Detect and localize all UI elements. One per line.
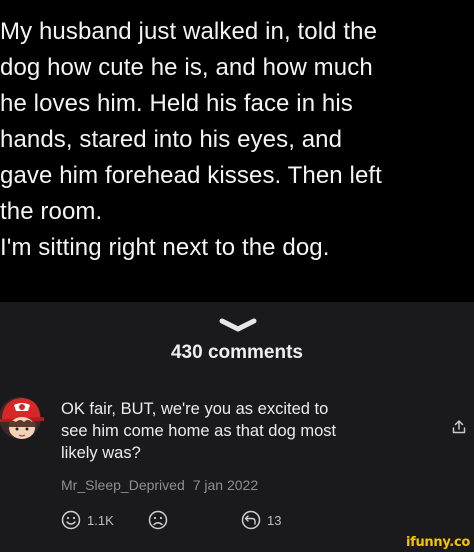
reply-button[interactable]: 13	[241, 510, 281, 530]
reply-icon	[241, 510, 261, 530]
post-area: My husband just walked in, told the dog …	[0, 0, 474, 302]
like-count: 1.1K	[87, 512, 114, 528]
comment-text: OK fair, BUT, we're you as excited to se…	[61, 400, 337, 462]
share-icon[interactable]	[452, 420, 466, 434]
comment-author[interactable]: Mr_Sleep_Deprived	[61, 477, 185, 493]
frown-icon	[148, 510, 168, 530]
comments-panel: 430 comments OK fair, BUT, we're you as …	[0, 302, 474, 552]
comment-actions: 1.1K 13	[61, 510, 361, 532]
like-button[interactable]: 1.1K	[61, 510, 114, 530]
watermark-logo: ifunny.co	[405, 535, 470, 550]
post-text: My husband just walked in, told the dog …	[0, 18, 382, 261]
comments-count-title: 430 comments	[170, 342, 303, 363]
reply-count: 13	[267, 512, 282, 528]
dislike-button[interactable]	[148, 510, 168, 530]
avatar[interactable]	[0, 395, 46, 441]
comment-date: 7 jan 2022	[192, 477, 259, 493]
comment-meta: Mr_Sleep_Deprived 7 jan 2022	[61, 477, 258, 493]
smile-icon	[61, 510, 81, 530]
chevron-down-icon[interactable]	[218, 318, 258, 332]
